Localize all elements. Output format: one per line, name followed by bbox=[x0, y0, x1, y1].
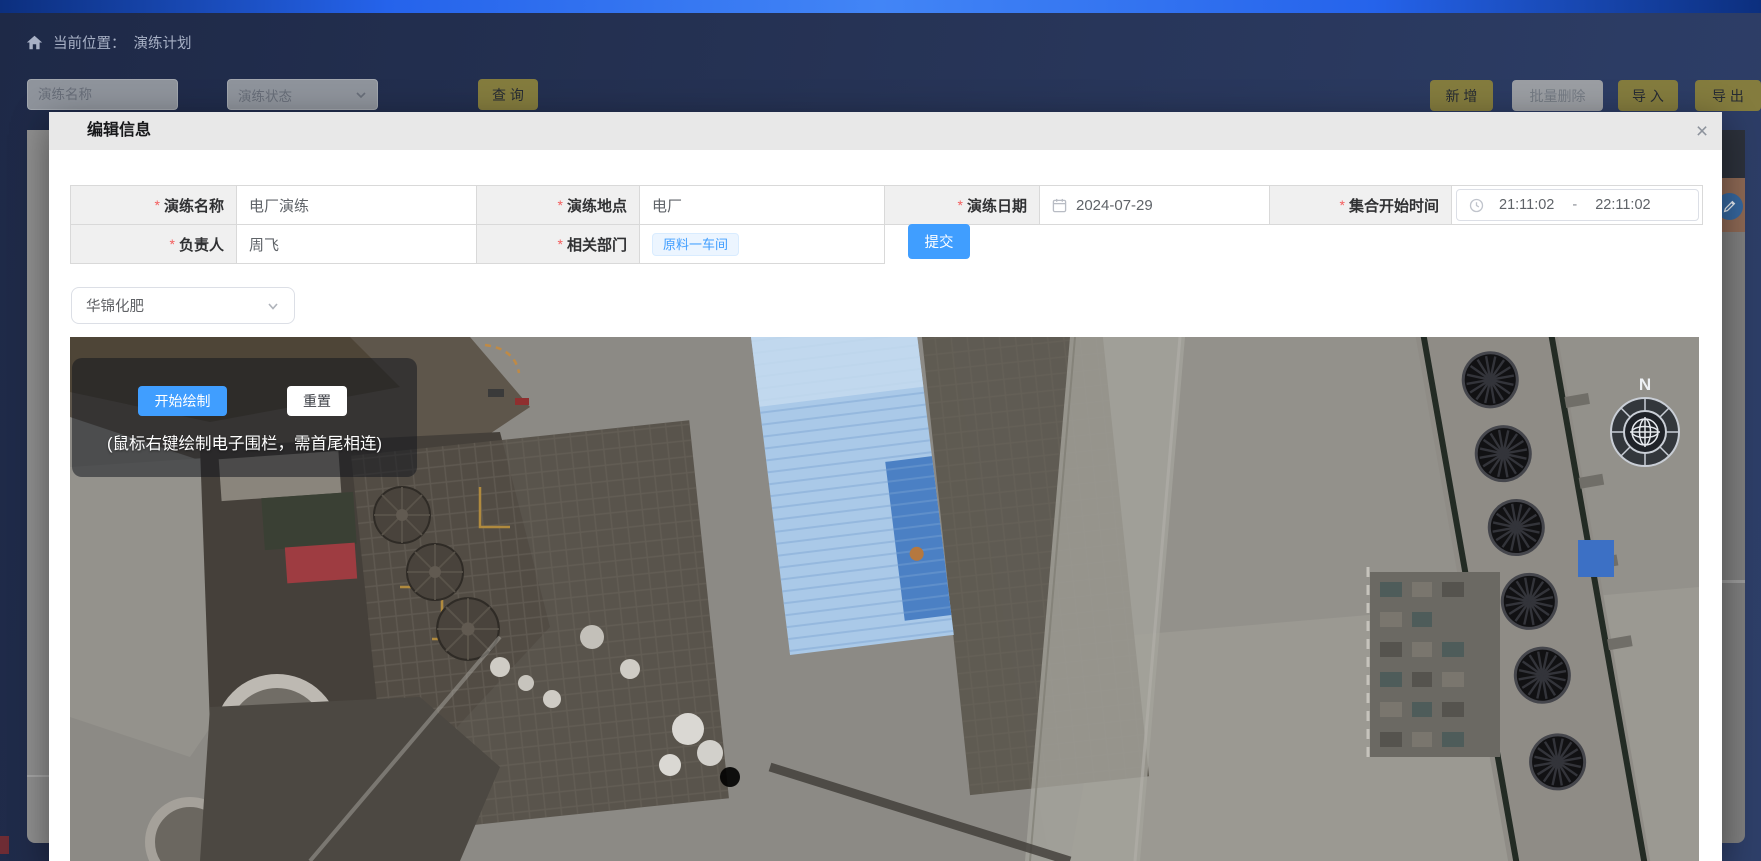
home-icon bbox=[26, 34, 43, 51]
time-separator: - bbox=[1572, 197, 1577, 213]
drill-date-field[interactable]: 2024-07-29 bbox=[1039, 185, 1270, 225]
window-top-accent bbox=[0, 0, 1761, 13]
search-button[interactable]: 查 询 bbox=[478, 79, 538, 110]
time-end[interactable]: 22:11:02 bbox=[1595, 197, 1650, 213]
dimmed-map-fragment bbox=[0, 836, 9, 854]
calendar-icon bbox=[1052, 198, 1067, 213]
chevron-down-icon bbox=[355, 89, 367, 101]
export-button[interactable]: 导 出 bbox=[1695, 80, 1761, 111]
drill-location-label: *演练地点 bbox=[476, 185, 640, 225]
close-icon[interactable]: × bbox=[1689, 119, 1715, 145]
drill-status-select[interactable]: 演练状态 bbox=[227, 79, 378, 110]
leader-field[interactable]: 周飞 bbox=[236, 224, 477, 264]
breadcrumb-current: 演练计划 bbox=[134, 32, 192, 53]
company-select[interactable]: 华锦化肥 bbox=[71, 287, 295, 324]
department-field[interactable]: 原料一车间 bbox=[639, 224, 885, 264]
drill-name-label: *演练名称 bbox=[70, 185, 237, 225]
edit-icon bbox=[1723, 200, 1736, 213]
drill-date-label: *演练日期 bbox=[884, 185, 1040, 225]
dimmed-table-right-edge bbox=[1722, 130, 1745, 843]
drill-name-field[interactable]: 电厂演练 bbox=[236, 185, 477, 225]
chevron-down-icon bbox=[266, 299, 280, 313]
drill-status-placeholder: 演练状态 bbox=[238, 85, 292, 105]
breadcrumb: 当前位置： 演练计划 bbox=[26, 32, 192, 53]
department-label: *相关部门 bbox=[476, 224, 640, 264]
breadcrumb-prefix: 当前位置： bbox=[53, 32, 126, 53]
drill-location-field[interactable]: 电厂 bbox=[639, 185, 885, 225]
draw-hint-text: (鼠标右键绘制电子围栏，需首尾相连) bbox=[72, 430, 417, 454]
start-draw-button[interactable]: 开始绘制 bbox=[138, 386, 227, 416]
drill-name-search-input[interactable] bbox=[27, 79, 178, 110]
submit-button[interactable]: 提交 bbox=[908, 224, 970, 259]
department-tag[interactable]: 原料一车间 bbox=[652, 233, 739, 256]
time-start[interactable]: 21:11:02 bbox=[1499, 197, 1554, 213]
dimmed-table-left-edge bbox=[27, 130, 49, 843]
modal-title: 编辑信息 bbox=[87, 112, 151, 150]
compass-north-label: N bbox=[1639, 375, 1651, 394]
draw-control-panel: 开始绘制 重置 (鼠标右键绘制电子围栏，需首尾相连) bbox=[72, 358, 417, 477]
import-button[interactable]: 导 入 bbox=[1618, 80, 1678, 111]
reset-button[interactable]: 重置 bbox=[287, 386, 347, 416]
modal-header bbox=[49, 112, 1722, 150]
company-select-value: 华锦化肥 bbox=[86, 295, 144, 316]
map-canvas[interactable]: N 开始绘制 重置 (鼠标右键绘制电子围栏，需首尾相连) bbox=[70, 337, 1699, 861]
app-screen: 当前位置： 演练计划 演练状态 查 询 新 增 批量删除 导 入 导 出 编辑信… bbox=[0, 0, 1761, 861]
assembly-time-field[interactable]: 21:11:02 - 22:11:02 bbox=[1451, 185, 1703, 225]
clock-icon bbox=[1469, 198, 1484, 213]
assembly-time-label: *集合开始时间 bbox=[1269, 185, 1452, 225]
add-button[interactable]: 新 增 bbox=[1430, 80, 1493, 111]
edit-info-modal: 编辑信息 × *演练名称 电厂演练 *演练地点 电厂 *演练日期 2024-07… bbox=[49, 112, 1722, 861]
batch-delete-button[interactable]: 批量删除 bbox=[1512, 80, 1603, 111]
leader-label: *负责人 bbox=[70, 224, 237, 264]
